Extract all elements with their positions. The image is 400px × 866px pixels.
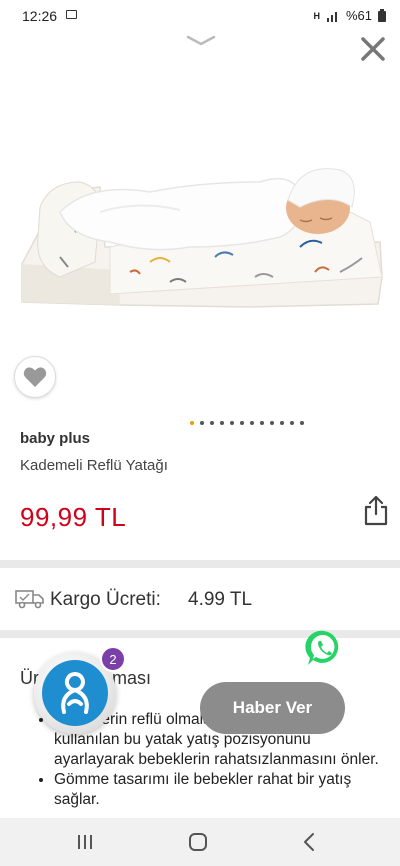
status-indicators: H %61 bbox=[313, 8, 386, 23]
pagination-dot[interactable] bbox=[290, 421, 294, 425]
battery-level: %61 bbox=[345, 8, 372, 23]
description-item: Gömme tasarımı ile bebekler rahat bir ya… bbox=[54, 770, 384, 810]
favorite-button[interactable] bbox=[14, 356, 56, 398]
shipping-value: 4.99 TL bbox=[188, 589, 253, 610]
chat-badge: 2 bbox=[100, 646, 126, 672]
network-type: H bbox=[313, 10, 320, 21]
section-divider bbox=[0, 560, 400, 568]
signal-icon bbox=[326, 11, 337, 22]
share-icon[interactable] bbox=[362, 494, 390, 526]
gallery-notification-icon bbox=[66, 10, 77, 19]
battery-icon bbox=[378, 9, 386, 22]
whatsapp-icon[interactable] bbox=[304, 628, 344, 668]
status-bar: 12:26 H %61 bbox=[0, 0, 400, 32]
product-price: 99,99 TL bbox=[20, 502, 127, 532]
pagination-dot[interactable] bbox=[240, 421, 244, 425]
pagination-dot[interactable] bbox=[270, 421, 274, 425]
pagination-dot[interactable] bbox=[200, 421, 204, 425]
product-brand[interactable]: baby plus bbox=[20, 430, 90, 447]
status-time: 12:26 bbox=[22, 8, 58, 24]
pagination-dot[interactable] bbox=[220, 421, 224, 425]
heart-icon bbox=[23, 367, 47, 387]
truck-icon bbox=[15, 590, 44, 609]
pagination-dot[interactable] bbox=[190, 421, 194, 425]
pagination-dot[interactable] bbox=[300, 421, 304, 425]
baby-mattress-illustration bbox=[21, 168, 383, 308]
home-icon[interactable] bbox=[188, 832, 208, 852]
chevron-down-icon[interactable] bbox=[186, 34, 216, 48]
notify-button[interactable]: Haber Ver bbox=[200, 682, 345, 734]
pagination-dot[interactable] bbox=[230, 421, 234, 425]
image-pagination[interactable] bbox=[190, 421, 304, 425]
back-icon[interactable] bbox=[302, 832, 316, 852]
product-name: Kademeli Reflü Yatağı bbox=[20, 457, 168, 474]
pagination-dot[interactable] bbox=[280, 421, 284, 425]
shipping-label: Kargo Ücreti: bbox=[50, 589, 161, 610]
pagination-dot[interactable] bbox=[260, 421, 264, 425]
chat-widget-inner bbox=[42, 660, 108, 726]
system-nav-bar bbox=[0, 818, 400, 866]
pagination-dot[interactable] bbox=[210, 421, 214, 425]
recents-icon[interactable] bbox=[76, 834, 94, 850]
close-icon[interactable] bbox=[358, 34, 388, 64]
product-image[interactable] bbox=[0, 32, 400, 392]
chat-icon bbox=[61, 672, 89, 714]
pagination-dot[interactable] bbox=[250, 421, 254, 425]
